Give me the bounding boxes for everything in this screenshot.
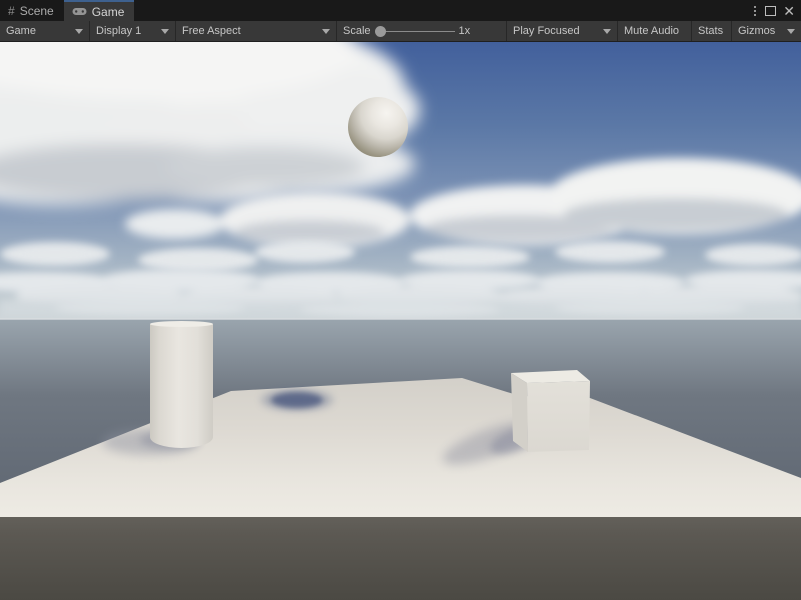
cube-front-face xyxy=(527,381,590,452)
scale-slider-track xyxy=(383,31,455,32)
aspect-label: Free Aspect xyxy=(182,25,241,37)
tab-game-label: Game xyxy=(92,5,125,19)
chevron-down-icon xyxy=(161,29,169,34)
close-icon[interactable]: ✕ xyxy=(783,4,795,18)
play-focused-label: Play Focused xyxy=(513,25,580,37)
game-viewport[interactable] xyxy=(0,42,801,600)
gizmos-dropdown[interactable]: Gizmos xyxy=(732,21,801,41)
chevron-down-icon xyxy=(75,29,83,34)
chevron-down-icon xyxy=(322,29,330,34)
unity-game-window: # Scene Game ✕ Game Display 1 xyxy=(0,0,801,600)
chevron-down-icon xyxy=(603,29,611,34)
tab-bar-spacer xyxy=(134,0,752,21)
mute-audio-button[interactable]: Mute Audio xyxy=(618,21,692,41)
view-menu-dropdown[interactable]: Game xyxy=(0,21,90,41)
scale-control: Scale 1x xyxy=(337,21,507,41)
scale-label: Scale xyxy=(343,25,371,37)
horizon-line xyxy=(0,318,801,320)
sphere-shadow xyxy=(261,389,333,411)
maximize-icon[interactable] xyxy=(765,6,776,16)
scale-slider-knob[interactable] xyxy=(375,26,386,37)
view-menu-label: Game xyxy=(6,25,36,37)
tab-game[interactable]: Game xyxy=(64,0,135,21)
ground xyxy=(0,517,801,600)
play-focused-dropdown[interactable]: Play Focused xyxy=(507,21,618,41)
sphere xyxy=(348,97,408,157)
game-view-toolbar: Game Display 1 Free Aspect Scale 1x Play… xyxy=(0,21,801,42)
gizmos-label: Gizmos xyxy=(738,25,775,37)
scale-slider[interactable] xyxy=(375,21,455,42)
display-label: Display 1 xyxy=(96,25,141,37)
chevron-down-icon xyxy=(787,29,795,34)
cube-left-face xyxy=(511,373,528,452)
tab-scene[interactable]: # Scene xyxy=(0,0,64,21)
grid-icon: # xyxy=(8,5,15,17)
aspect-ratio-dropdown[interactable]: Free Aspect xyxy=(176,21,337,41)
rendered-scene xyxy=(0,42,801,600)
stats-label: Stats xyxy=(698,25,723,37)
kebab-menu-icon[interactable] xyxy=(752,4,758,18)
tab-scene-label: Scene xyxy=(20,4,54,18)
scale-value: 1x xyxy=(459,25,471,37)
window-controls: ✕ xyxy=(752,0,801,21)
cube xyxy=(511,370,590,452)
mute-audio-label: Mute Audio xyxy=(624,25,679,37)
tab-bar: # Scene Game ✕ xyxy=(0,0,801,21)
stats-button[interactable]: Stats xyxy=(692,21,732,41)
cylinder xyxy=(150,321,213,448)
gamepad-icon xyxy=(72,6,87,18)
display-dropdown[interactable]: Display 1 xyxy=(90,21,176,41)
